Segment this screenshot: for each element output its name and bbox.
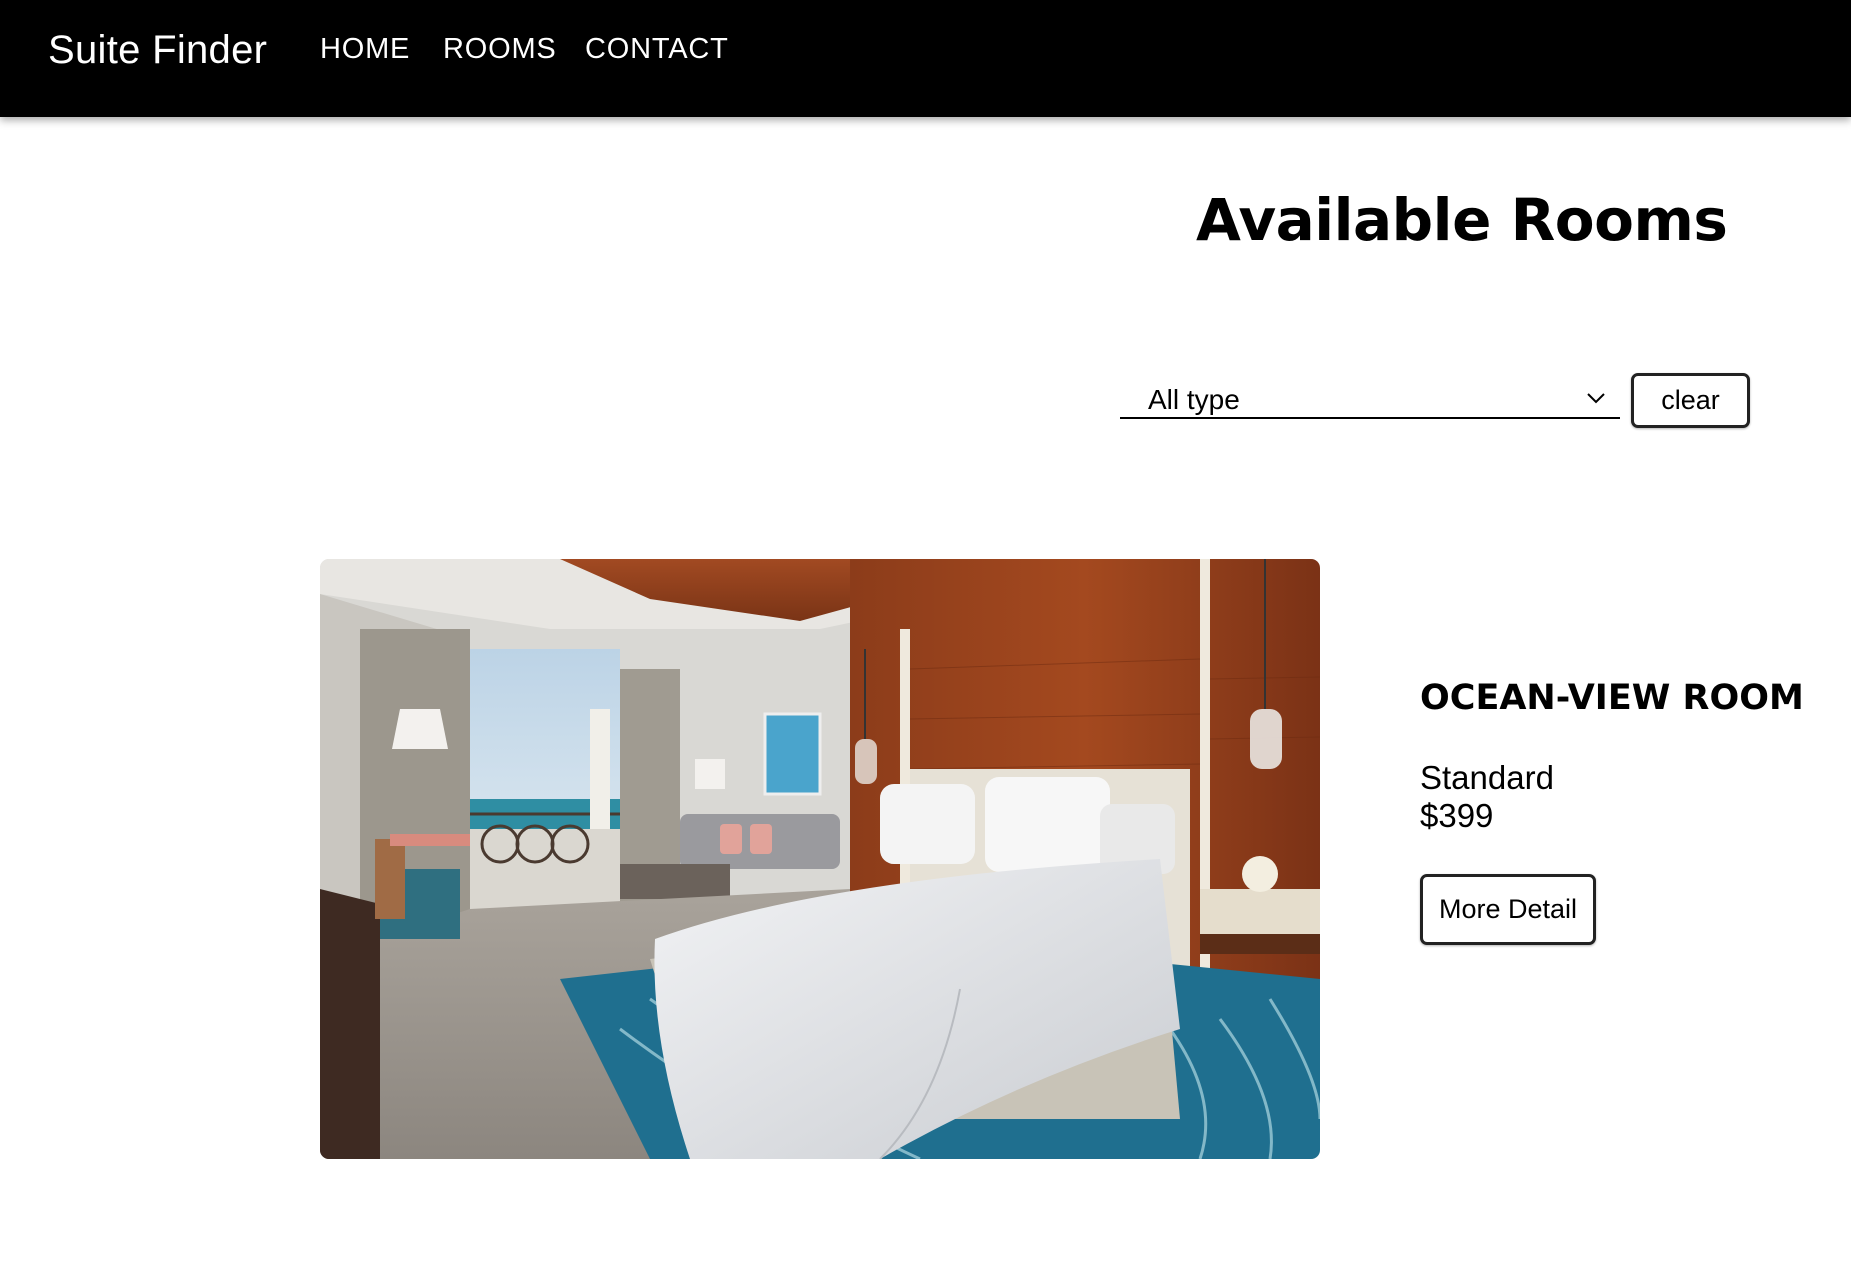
nav-contact-link[interactable]: CONTACT: [585, 33, 729, 66]
clear-button[interactable]: clear: [1631, 373, 1750, 428]
page-title: Available Rooms: [1196, 186, 1728, 254]
select-value: All type: [1148, 384, 1240, 415]
room-type: Standard: [1420, 759, 1554, 796]
nav-home-link[interactable]: HOME: [320, 33, 410, 66]
room-photo: [320, 559, 1320, 1159]
chevron-down-icon: [1587, 393, 1605, 404]
room-name: OCEAN-VIEW ROOM: [1420, 678, 1804, 718]
room-price: $399: [1420, 797, 1494, 834]
more-detail-button[interactable]: More Detail: [1420, 874, 1596, 945]
brand-logo[interactable]: Suite Finder: [48, 28, 267, 73]
top-navbar: Suite Finder HOME ROOMS CONTACT: [0, 0, 1851, 117]
room-type-select[interactable]: All type: [1120, 378, 1620, 419]
nav-rooms-link[interactable]: ROOMS: [443, 33, 557, 66]
